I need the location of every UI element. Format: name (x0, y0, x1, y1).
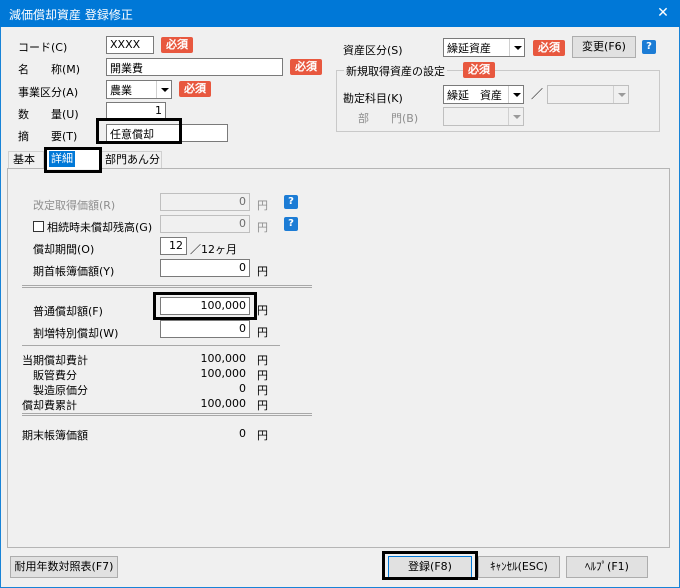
highlight-box (153, 292, 257, 320)
mfg-value: 0 (239, 382, 246, 395)
help-icon[interactable]: ? (284, 195, 298, 209)
business-label: 事業区分(A) (18, 86, 79, 99)
yen-unit: 円 (257, 399, 268, 412)
revised-cost-input[interactable]: 0 (160, 193, 250, 211)
highlight-box (96, 118, 182, 144)
chevron-down-icon[interactable] (509, 39, 524, 56)
sub-account-select[interactable] (547, 85, 629, 104)
normal-depreciation-label: 普通償却額(F) (33, 305, 103, 318)
yen-unit: 円 (257, 369, 268, 382)
asset-class-select[interactable]: 繰延資産 (443, 38, 525, 57)
required-badge: 必須 (533, 40, 565, 56)
required-badge: 必須 (463, 62, 495, 78)
title-bar: 減価償却資産 登録修正 ✕ (0, 0, 680, 27)
qty-label: 数 量(U) (18, 108, 79, 121)
required-badge: 必須 (179, 81, 211, 97)
code-input[interactable]: XXXX (106, 36, 154, 54)
close-icon[interactable]: ✕ (646, 0, 680, 27)
separator-line (22, 413, 312, 416)
window-title: 減価償却資産 登録修正 (9, 8, 133, 22)
summary-label: 摘 要(T) (18, 130, 78, 143)
name-input[interactable]: 開業費 (106, 58, 283, 76)
accum-label: 償却費累計 (22, 399, 77, 412)
slash-separator: ／ (531, 87, 544, 101)
help-icon[interactable]: ? (642, 40, 656, 54)
new-asset-group-title: 新規取得資産の設定 (344, 63, 447, 79)
inherit-checkbox[interactable] (33, 221, 44, 232)
help-button[interactable]: ﾍﾙﾌﾟ(F1) (566, 556, 648, 578)
account-value: 繰延 資産 (447, 89, 502, 102)
period-label: 償却期間(O) (33, 243, 95, 256)
name-label: 名 称(M) (18, 63, 81, 76)
cancel-button[interactable]: ｷｬﾝｾﾙ(ESC) (478, 556, 560, 578)
highlight-box (382, 551, 478, 580)
chevron-down-icon[interactable] (613, 86, 628, 103)
tab-basic[interactable]: 基本 (8, 151, 44, 168)
account-label: 勘定科目(K) (343, 92, 403, 105)
period-unit: ／12ヶ月 (190, 243, 237, 256)
chevron-down-icon[interactable] (508, 108, 523, 125)
yen-unit: 円 (257, 265, 268, 278)
period-input[interactable]: 12 (160, 237, 187, 255)
opening-label: 期首帳簿価額(Y) (33, 265, 115, 278)
help-icon[interactable]: ? (284, 217, 298, 231)
inherit-input[interactable]: 0 (160, 215, 250, 233)
code-label: コード(C) (18, 41, 68, 54)
required-badge: 必須 (161, 37, 193, 53)
special-depreciation-input[interactable]: 0 (160, 320, 250, 338)
yen-unit: 円 (257, 199, 268, 212)
closing-value: 0 (239, 427, 246, 440)
chevron-down-icon[interactable] (508, 86, 523, 103)
revised-cost-label: 改定取得価額(R) (33, 199, 116, 212)
yen-unit: 円 (257, 354, 268, 367)
opening-input[interactable]: 0 (160, 259, 250, 277)
yen-unit: 円 (257, 429, 268, 442)
asset-class-label: 資産区分(S) (343, 44, 403, 57)
mfg-label: 製造原価分 (33, 384, 88, 397)
current-total-label: 当期償却費計 (22, 354, 88, 367)
separator-line (22, 285, 312, 288)
dept-select[interactable] (443, 107, 524, 126)
yen-unit: 円 (257, 221, 268, 234)
dept-label: 部 門(B) (358, 112, 419, 125)
tab-dept-allocation[interactable]: 部門あん分 (100, 151, 162, 168)
business-select[interactable]: 農業 (106, 80, 172, 99)
yen-unit: 円 (257, 326, 268, 339)
life-table-button[interactable]: 耐用年数対照表(F7) (10, 556, 118, 578)
change-button[interactable]: 変更(F6) (572, 36, 636, 58)
separator-line (22, 345, 280, 346)
inherit-label: 相続時未償却残高(G) (47, 221, 153, 234)
chevron-down-icon[interactable] (156, 81, 171, 98)
required-badge: 必須 (290, 59, 322, 75)
sales-value: 100,000 (200, 367, 247, 380)
business-select-value: 農業 (110, 84, 132, 97)
closing-label: 期末帳簿価額 (22, 429, 88, 442)
highlight-box (44, 147, 102, 173)
yen-unit: 円 (257, 384, 268, 397)
account-select[interactable]: 繰延 資産 (443, 85, 524, 104)
sales-label: 販管費分 (33, 369, 77, 382)
yen-unit: 円 (257, 304, 268, 317)
current-total-value: 100,000 (200, 352, 247, 365)
special-depreciation-label: 割増特別償却(W) (33, 327, 119, 340)
accum-value: 100,000 (200, 397, 247, 410)
asset-class-value: 繰延資産 (447, 42, 491, 55)
